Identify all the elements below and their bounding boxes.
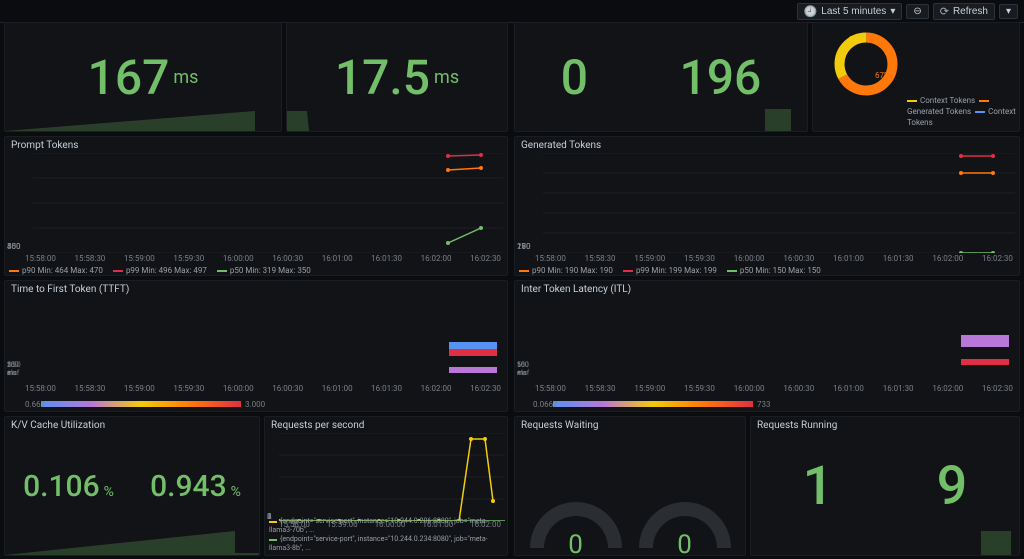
stat-value: 167: [88, 49, 170, 106]
gauge-value: 0: [677, 530, 692, 556]
zoom-out-icon: ⊖: [913, 6, 921, 17]
rps-panel[interactable]: Requests per second 0 1 2 3 4 15:58:0015…: [264, 416, 508, 556]
requests-running-panel[interactable]: Requests Running 1 9: [750, 416, 1020, 556]
refresh-button[interactable]: ⟳ Refresh: [933, 3, 995, 20]
line-chart: [279, 433, 505, 521]
panel-title: Requests per second: [271, 420, 364, 431]
time-range-picker[interactable]: 🕘 Last 5 minutes ▾: [797, 3, 903, 20]
legend: p90 Min: 464 Max: 470 p99 Min: 496 Max: …: [9, 266, 503, 275]
gauge: 0 {__name__="num_reque...: [530, 502, 622, 556]
chevron-down-icon: ▾: [1006, 6, 1011, 17]
kv-cache-panel[interactable]: K/V Cache Utilization 0.106% 0.943%: [4, 416, 260, 556]
stat-value: 1: [803, 455, 834, 518]
stat-value: 0.943: [150, 469, 227, 504]
x-axis: 15:58:0015:58:3015:59:0015:59:3016:00:00…: [25, 254, 501, 263]
requests-waiting-panel[interactable]: Requests Waiting 0 {__name__="num_reque.…: [514, 416, 746, 556]
ttft-panel[interactable]: Time to First Token (TTFT) 1 ms 10 ms 50…: [4, 280, 508, 412]
stat-unit: ms: [434, 67, 459, 88]
color-scale: [553, 401, 753, 407]
refresh-label: Refresh: [953, 6, 988, 17]
donut-panel[interactable]: 33% 67% Context Tokens Generated Tokens …: [812, 22, 1020, 132]
line-chart: [33, 153, 503, 253]
time-range-label: Last 5 minutes: [821, 6, 886, 17]
panel-title: Generated Tokens: [521, 140, 601, 151]
sparkline: [5, 527, 260, 555]
slice-label: 67%: [875, 71, 890, 80]
refresh-icon: ⟳: [940, 5, 949, 18]
sparkline: [751, 527, 1020, 555]
panel-title: Prompt Tokens: [11, 140, 78, 151]
chevron-down-icon: ▾: [890, 6, 895, 17]
stat-value: 196: [679, 49, 761, 106]
panel-title: Time to First Token (TTFT): [11, 284, 129, 295]
refresh-interval-dropdown[interactable]: ▾: [999, 4, 1018, 19]
legend: {endpoint="service-port", instance="10.2…: [269, 517, 507, 553]
generated-tokens-panel[interactable]: Generated Tokens 150 160 170 180 190 200…: [514, 136, 1020, 276]
panel-title: Requests Running: [757, 420, 837, 431]
sparkline: [5, 103, 282, 131]
stat-panel-2[interactable]: 17.5ms: [286, 22, 508, 132]
zoom-out-button[interactable]: ⊖: [906, 4, 928, 19]
itl-panel[interactable]: Inter Token Latency (ITL) 1 ms 50 ms 150…: [514, 280, 1020, 412]
heatmap: [41, 297, 503, 377]
gauge: 0 {__name__="num_reque...: [639, 502, 731, 556]
stat-unit: ms: [173, 67, 198, 88]
panel-title: Inter Token Latency (ITL): [521, 284, 631, 295]
x-axis: 15:58:0015:58:3015:59:0015:59:3016:00:00…: [25, 384, 501, 393]
clock-icon: 🕘: [804, 5, 818, 18]
stat-value: 0: [561, 49, 588, 106]
panel-title: Requests Waiting: [521, 420, 598, 431]
slice-label: 33%: [849, 35, 864, 44]
line-chart: [543, 153, 1015, 253]
panel-title: K/V Cache Utilization: [11, 420, 105, 431]
donut-legend: Context Tokens Generated Tokens Context …: [907, 95, 1019, 132]
gauge-value: 0: [568, 530, 583, 556]
prompt-tokens-panel[interactable]: Prompt Tokens 300 350 400 450 500 15:58:…: [4, 136, 508, 276]
stat-value: 0.106: [23, 469, 100, 504]
sparkline: [515, 103, 808, 131]
x-axis: 15:58:0015:58:3015:59:0015:59:3016:00:00…: [535, 384, 1013, 393]
stat-value: 9: [937, 455, 968, 518]
stat-panel-1[interactable]: 167ms: [4, 22, 282, 132]
heatmap: [553, 297, 1015, 377]
stat-panel-3-4[interactable]: 0 196: [514, 22, 808, 132]
donut-chart: [831, 29, 901, 99]
stat-value: 17.5: [335, 49, 430, 106]
color-scale: [41, 401, 241, 407]
sparkline: [287, 103, 508, 131]
legend: p90 Min: 190 Max: 190 p99 Min: 199 Max: …: [519, 266, 1015, 275]
x-axis: 15:58:0015:58:3015:59:0015:59:3016:00:00…: [535, 254, 1013, 263]
